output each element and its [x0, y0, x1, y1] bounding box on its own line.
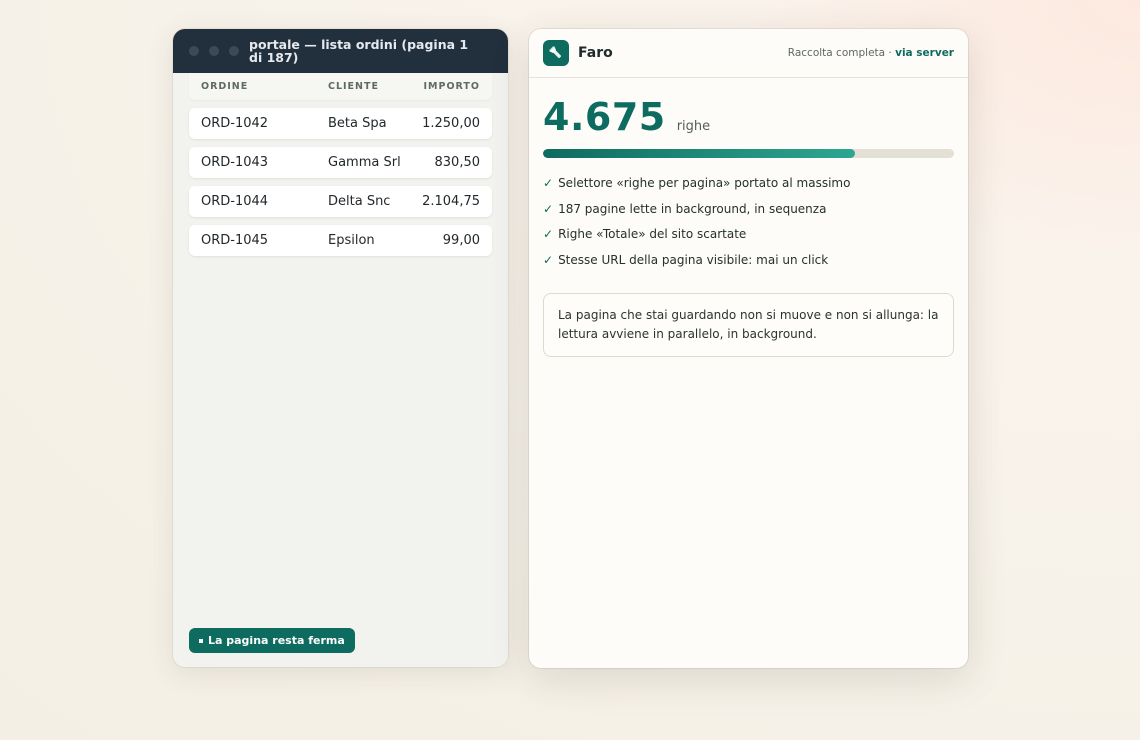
row-count-unit: righe	[676, 119, 711, 134]
check-icon: ✓	[543, 252, 554, 267]
order-id: ORD-1044	[201, 194, 269, 209]
row-count-value: 4.675	[543, 95, 666, 139]
order-id: ORD-1043	[201, 155, 269, 170]
panel-header: Faro Raccolta completa · via server	[529, 29, 968, 78]
check-icon: ✓	[543, 176, 554, 190]
flashlight-icon	[543, 40, 569, 66]
brand-name: Faro	[578, 45, 613, 61]
portal-window: portale — lista ordini (pagina 1 di 187)…	[173, 29, 508, 667]
square-icon	[199, 638, 203, 643]
progress-bar	[543, 149, 954, 158]
order-id: ORD-1042	[201, 116, 269, 131]
header-cliente[interactable]: CLIENTE	[328, 81, 418, 92]
order-amount: 99,00	[442, 233, 480, 248]
status-separator: ·	[888, 47, 892, 59]
order-amount: 830,50	[434, 155, 481, 170]
customer-name: Beta Spa	[328, 116, 387, 131]
faro-panel: Faro Raccolta completa · via server 4.67…	[529, 29, 968, 668]
order-amount: 1.250,00	[422, 116, 480, 131]
header-ordine[interactable]: ORDINE	[201, 81, 328, 92]
header-importo[interactable]: IMPORTO	[418, 81, 480, 92]
table-header: ORDINE CLIENTE IMPORTO	[189, 73, 492, 100]
window-title: portale — lista ordini (pagina 1 di 187)	[249, 37, 469, 65]
collection-source[interactable]: via server	[895, 47, 954, 59]
page-static-badge: La pagina resta ferma	[189, 628, 355, 653]
checklist-text: Stesse URL della pagina visibile: mai un…	[558, 252, 829, 267]
table-row[interactable]: ORD-1043 Gamma Srl 830,50	[189, 147, 492, 178]
check-icon: ✓	[543, 227, 554, 241]
order-id: ORD-1045	[201, 233, 269, 248]
row-count: 4.675 righe	[543, 95, 968, 139]
orders-table: ORD-1042 Beta Spa 1.250,00 ORD-1043 Gamm…	[189, 108, 492, 256]
order-amount: 2.104,75	[422, 194, 480, 209]
checklist-text: 187 pagine lette in background, in seque…	[558, 201, 827, 216]
checklist: ✓ Selettore «righe per pagina» portato a…	[543, 176, 954, 278]
badge-label: La pagina resta ferma	[208, 634, 345, 647]
window-titlebar: portale — lista ordini (pagina 1 di 187)	[173, 29, 508, 73]
customer-name: Epsilon	[328, 233, 375, 248]
checklist-item: ✓ Righe «Totale» del sito scartate	[543, 227, 954, 253]
checklist-text: Righe «Totale» del sito scartate	[558, 227, 747, 241]
checklist-item: ✓ Selettore «righe per pagina» portato a…	[543, 176, 954, 202]
checklist-text: Selettore «righe per pagina» portato al …	[558, 176, 851, 190]
close-dot[interactable]	[189, 46, 199, 56]
window-controls	[189, 46, 239, 56]
check-icon: ✓	[543, 201, 554, 216]
checklist-item: ✓ Stesse URL della pagina visibile: mai …	[543, 253, 954, 279]
minimize-dot[interactable]	[209, 46, 219, 56]
maximize-dot[interactable]	[229, 46, 239, 56]
collection-mode: Raccolta completa	[787, 47, 886, 59]
table-row[interactable]: ORD-1045 Epsilon 99,00	[189, 225, 492, 256]
customer-name: Gamma Srl	[328, 155, 401, 170]
info-note: La pagina che stai guardando non si muov…	[543, 293, 954, 357]
table-row[interactable]: ORD-1042 Beta Spa 1.250,00	[189, 108, 492, 139]
collection-status: Raccolta completa · via server	[788, 47, 954, 59]
progress-fill	[543, 149, 856, 158]
table-row[interactable]: ORD-1044 Delta Snc 2.104,75	[189, 186, 492, 217]
checklist-item: ✓ 187 pagine lette in background, in seq…	[543, 202, 954, 228]
customer-name: Delta Snc	[328, 194, 391, 209]
